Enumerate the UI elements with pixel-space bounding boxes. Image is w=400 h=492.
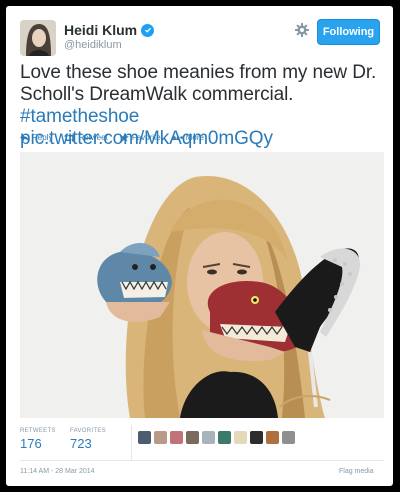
hashtag-link[interactable]: #tametheshoe xyxy=(20,106,139,127)
favoriter-avatar[interactable] xyxy=(266,431,279,444)
user-handle[interactable]: @heidiklum xyxy=(64,39,122,51)
verified-badge-icon xyxy=(141,23,155,37)
favorite-button[interactable]: Favorite xyxy=(119,133,161,142)
retweet-button[interactable]: Retweet xyxy=(64,133,108,142)
favorites-label: FAVORITES xyxy=(70,428,106,434)
favorite-label[interactable]: Favorite xyxy=(132,133,161,142)
retweets-stat[interactable]: RETWEETS 176 xyxy=(20,428,56,451)
stats-divider xyxy=(131,425,132,461)
favoriter-avatar[interactable] xyxy=(250,431,263,444)
retweet-label[interactable]: Retweet xyxy=(78,133,107,142)
user-name-text[interactable]: Heidi Klum xyxy=(64,22,137,38)
user-name[interactable]: Heidi Klum xyxy=(64,22,155,38)
favoriter-avatar[interactable] xyxy=(282,431,295,444)
tweet-text-line-1: Love these shoe meanies from my new Dr. xyxy=(20,62,377,83)
favoriter-avatar[interactable] xyxy=(154,431,167,444)
tweet-timestamp[interactable]: 11:14 AM - 28 Mar 2014 xyxy=(20,468,95,475)
favorites-stat[interactable]: FAVORITES 723 xyxy=(70,428,106,451)
gear-icon[interactable] xyxy=(294,22,310,38)
tweet-actions: Reply Retweet Favorite More xyxy=(20,133,204,142)
retweets-label: RETWEETS xyxy=(20,428,56,434)
favorites-count[interactable]: 723 xyxy=(70,436,106,451)
favoriter-avatar[interactable] xyxy=(170,431,183,444)
following-button[interactable]: Following xyxy=(317,19,380,45)
retweet-icon xyxy=(64,133,76,142)
reply-icon xyxy=(20,133,29,141)
retweets-count[interactable]: 176 xyxy=(20,436,56,451)
more-label[interactable]: More xyxy=(186,133,204,142)
favoriter-avatar[interactable] xyxy=(138,431,151,444)
more-button[interactable]: More xyxy=(172,133,204,142)
flag-media-link[interactable]: Flag media xyxy=(339,468,374,475)
tweet-text-line-2: Scholl's DreamWalk commercial. xyxy=(20,84,294,105)
reply-button[interactable]: Reply xyxy=(20,133,52,142)
star-icon xyxy=(119,133,129,142)
favoriter-avatar[interactable] xyxy=(202,431,215,444)
footer-divider xyxy=(20,460,384,461)
more-dots-icon xyxy=(172,136,183,139)
tweet-card: Heidi Klum @heidiklum Following Love the… xyxy=(6,6,393,486)
favoriter-avatar[interactable] xyxy=(234,431,247,444)
user-avatar[interactable] xyxy=(20,20,56,56)
favoriter-avatar[interactable] xyxy=(218,431,231,444)
favoriters-avatars xyxy=(138,431,295,444)
tweet-photo[interactable] xyxy=(20,152,384,418)
tweet-stats: RETWEETS 176 FAVORITES 723 xyxy=(20,425,384,461)
reply-label[interactable]: Reply xyxy=(32,133,52,142)
favoriter-avatar[interactable] xyxy=(186,431,199,444)
